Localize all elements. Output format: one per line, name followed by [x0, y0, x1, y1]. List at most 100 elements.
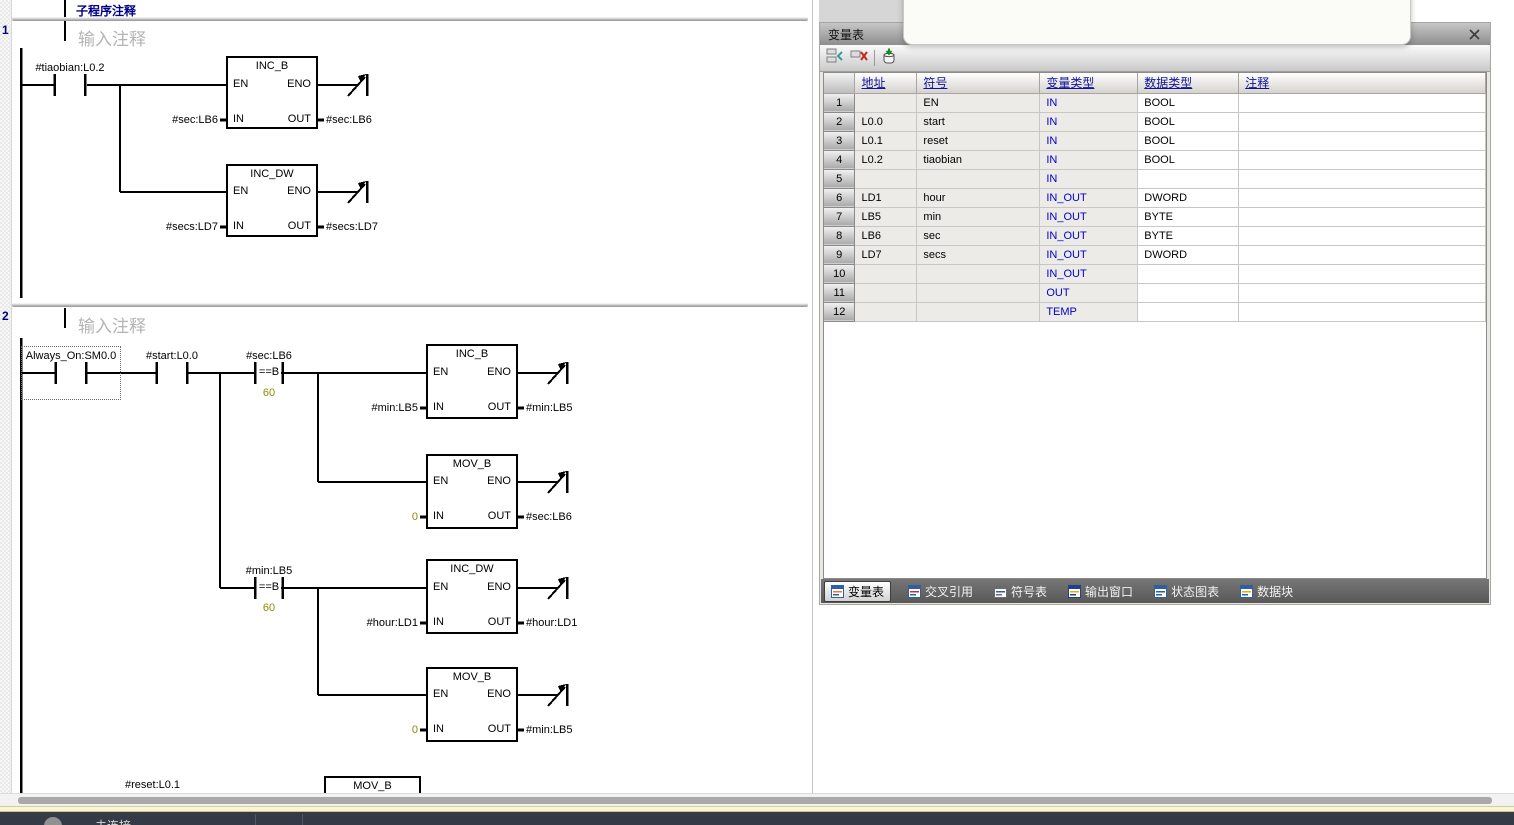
cell-comment[interactable] — [1239, 207, 1486, 226]
cell-address[interactable]: LB6 — [855, 226, 917, 245]
cell-comment[interactable] — [1239, 245, 1486, 264]
function-box[interactable] — [427, 345, 517, 418]
cell-symbol[interactable] — [917, 264, 1040, 283]
ladder-editor[interactable]: 子程序注释 1输入注释#tiaobian:L0.2INC_BENENOINOUT… — [0, 0, 812, 793]
power-rail — [20, 338, 23, 793]
tab-status-chart[interactable]: 状态图表 — [1150, 581, 1223, 602]
cell-datatype[interactable] — [1138, 169, 1239, 188]
cell-symbol[interactable]: EN — [917, 93, 1040, 112]
cell-symbol[interactable]: min — [917, 207, 1040, 226]
column-header[interactable]: 数据类型 — [1138, 73, 1239, 93]
cell-symbol[interactable]: reset — [917, 131, 1040, 150]
cell-vartype[interactable]: IN — [1040, 169, 1138, 188]
cell-vartype[interactable]: OUT — [1040, 283, 1138, 302]
cell-address[interactable]: LB5 — [855, 207, 917, 226]
cell-symbol[interactable]: sec — [917, 226, 1040, 245]
cell-address[interactable] — [855, 283, 917, 302]
function-box[interactable] — [427, 668, 517, 741]
import-icon[interactable] — [881, 48, 897, 69]
column-header[interactable]: 地址 — [855, 73, 917, 93]
row-number[interactable]: 1 — [824, 93, 855, 112]
cell-vartype[interactable]: IN — [1040, 112, 1138, 131]
cell-vartype[interactable]: IN_OUT — [1040, 207, 1138, 226]
close-icon[interactable] — [1466, 26, 1482, 42]
cell-vartype[interactable]: IN_OUT — [1040, 188, 1138, 207]
symbol-table-icon — [994, 585, 1007, 598]
cell-datatype[interactable]: BYTE — [1138, 226, 1239, 245]
cell-address[interactable]: LD1 — [855, 188, 917, 207]
cell-vartype[interactable]: IN_OUT — [1040, 245, 1138, 264]
cell-datatype[interactable]: DWORD — [1138, 245, 1239, 264]
function-box[interactable] — [227, 165, 317, 236]
column-header[interactable]: 符号 — [917, 73, 1040, 93]
cell-datatype[interactable]: BOOL — [1138, 112, 1239, 131]
cell-address[interactable]: LD7 — [855, 245, 917, 264]
horizontal-scrollbar[interactable] — [0, 793, 1514, 806]
cell-comment[interactable] — [1239, 131, 1486, 150]
row-number[interactable]: 9 — [824, 245, 855, 264]
cell-symbol[interactable] — [917, 302, 1040, 321]
row-number[interactable]: 8 — [824, 226, 855, 245]
cell-comment[interactable] — [1239, 283, 1486, 302]
row-number[interactable]: 11 — [824, 283, 855, 302]
row-number[interactable]: 3 — [824, 131, 855, 150]
cell-datatype[interactable]: BOOL — [1138, 93, 1239, 112]
function-box[interactable] — [325, 777, 420, 793]
tab-output-window[interactable]: 输出窗口 — [1064, 581, 1137, 602]
hscroll-thumb[interactable] — [18, 797, 1492, 804]
cell-comment[interactable] — [1239, 112, 1486, 131]
row-number[interactable]: 2 — [824, 112, 855, 131]
row-number[interactable]: 5 — [824, 169, 855, 188]
tab-symbol-table[interactable]: 符号表 — [990, 581, 1051, 602]
cell-comment[interactable] — [1239, 226, 1486, 245]
cell-symbol[interactable]: hour — [917, 188, 1040, 207]
row-number[interactable]: 4 — [824, 150, 855, 169]
delete-cell-icon[interactable] — [850, 48, 868, 69]
cell-symbol[interactable] — [917, 283, 1040, 302]
row-number[interactable]: 10 — [824, 264, 855, 283]
column-header[interactable]: 注释 — [1239, 73, 1486, 93]
cell-comment[interactable] — [1239, 302, 1486, 321]
cell-vartype[interactable]: IN_OUT — [1040, 264, 1138, 283]
row-number[interactable]: 7 — [824, 207, 855, 226]
cell-datatype[interactable]: BOOL — [1138, 131, 1239, 150]
row-number[interactable]: 6 — [824, 188, 855, 207]
ladder-diagram — [0, 0, 812, 793]
cell-datatype[interactable] — [1138, 264, 1239, 283]
cell-comment[interactable] — [1239, 169, 1486, 188]
tab-data-block[interactable]: 数据块 — [1236, 581, 1297, 602]
cell-vartype[interactable]: TEMP — [1040, 302, 1138, 321]
cell-address[interactable] — [855, 264, 917, 283]
cell-address[interactable] — [855, 169, 917, 188]
insert-cell-icon[interactable] — [826, 48, 844, 69]
cell-datatype[interactable] — [1138, 302, 1239, 321]
cell-symbol[interactable]: tiaobian — [917, 150, 1040, 169]
cell-symbol[interactable] — [917, 169, 1040, 188]
column-header[interactable]: 变量类型 — [1040, 73, 1138, 93]
cell-vartype[interactable]: IN — [1040, 150, 1138, 169]
function-box[interactable] — [427, 560, 517, 633]
cell-address[interactable] — [855, 93, 917, 112]
cell-address[interactable]: L0.1 — [855, 131, 917, 150]
cell-comment[interactable] — [1239, 150, 1486, 169]
function-box[interactable] — [427, 455, 517, 528]
cell-datatype[interactable]: BOOL — [1138, 150, 1239, 169]
cell-address[interactable]: L0.0 — [855, 112, 917, 131]
cell-datatype[interactable]: DWORD — [1138, 188, 1239, 207]
cell-vartype[interactable]: IN_OUT — [1040, 226, 1138, 245]
cell-datatype[interactable] — [1138, 283, 1239, 302]
cell-datatype[interactable]: BYTE — [1138, 207, 1239, 226]
cell-vartype[interactable]: IN — [1040, 131, 1138, 150]
tab-var-table[interactable]: 变量表 — [824, 581, 891, 602]
cell-comment[interactable] — [1239, 264, 1486, 283]
cell-vartype[interactable]: IN — [1040, 93, 1138, 112]
cell-symbol[interactable]: secs — [917, 245, 1040, 264]
cell-symbol[interactable]: start — [917, 112, 1040, 131]
tab-cross-ref[interactable]: 交叉引用 — [904, 581, 977, 602]
cell-comment[interactable] — [1239, 188, 1486, 207]
function-box[interactable] — [227, 57, 317, 128]
row-number[interactable]: 12 — [824, 302, 855, 321]
cell-address[interactable] — [855, 302, 917, 321]
cell-address[interactable]: L0.2 — [855, 150, 917, 169]
cell-comment[interactable] — [1239, 93, 1486, 112]
